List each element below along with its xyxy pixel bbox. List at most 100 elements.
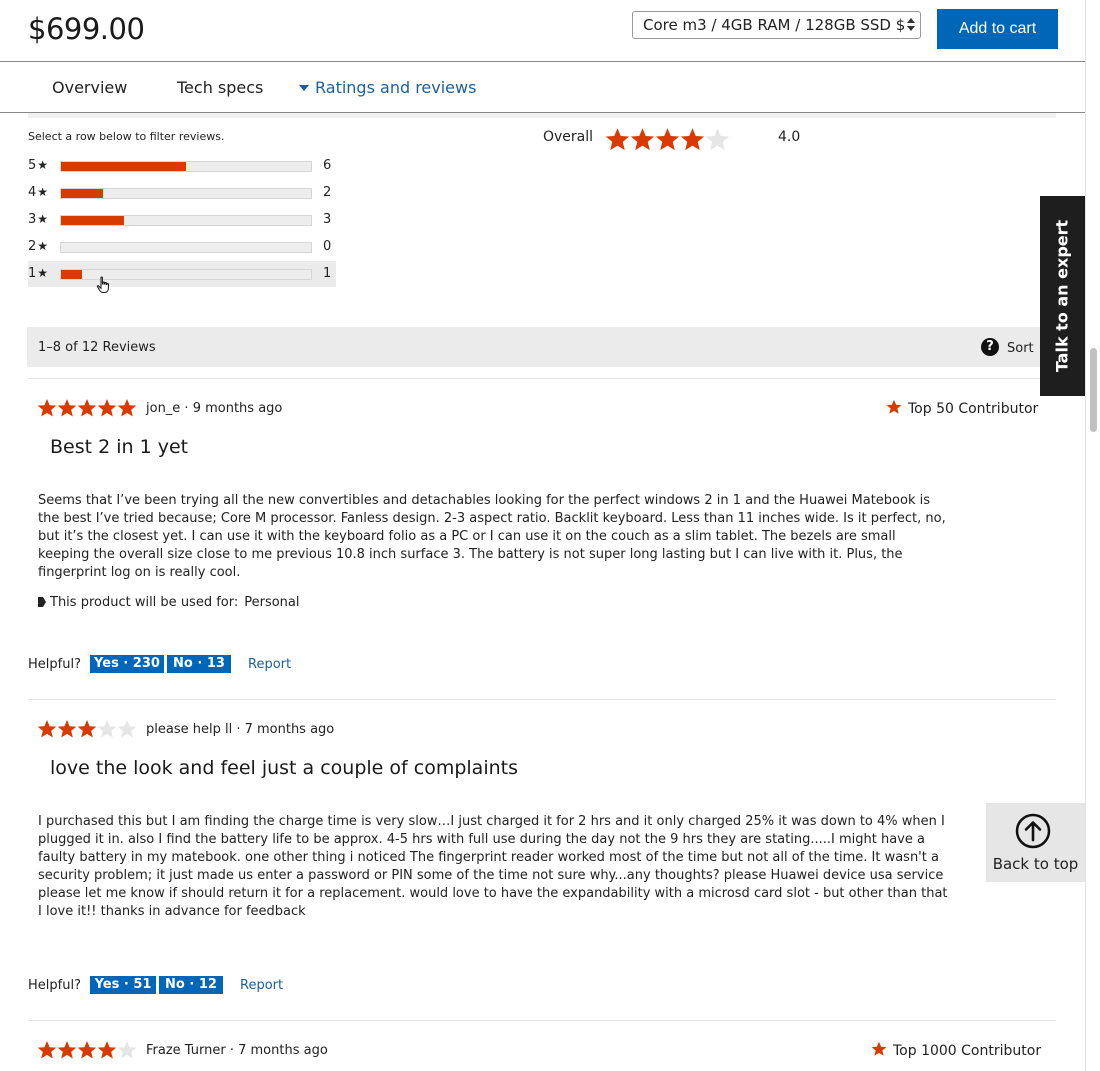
star-filled-icon <box>77 398 97 418</box>
histogram-count: 2 <box>323 185 332 200</box>
tag-icon <box>38 596 46 607</box>
tab-tech-specs[interactable]: Tech specs <box>177 78 263 97</box>
star-filled-icon <box>37 398 57 418</box>
header-divider <box>0 61 1085 62</box>
contributor-label: Top 1000 Contributor <box>893 1043 1042 1059</box>
histogram-bar <box>60 188 312 199</box>
histogram-row-2-star[interactable]: 2★ 0 <box>28 234 336 260</box>
histogram-bar-fill <box>61 270 82 279</box>
hand-cursor-icon <box>96 276 109 293</box>
contributor-badge: Top 50 Contributor <box>886 399 1038 417</box>
histogram-row-5-star[interactable]: 5★ 6 <box>28 153 336 179</box>
star-empty-icon <box>705 127 730 152</box>
review-rating-stars <box>37 1040 137 1060</box>
histogram-row-3-star[interactable]: 3★ 3 <box>28 207 336 233</box>
helpful-yes-button[interactable]: Yes · 51 <box>90 976 156 994</box>
helpful-no-button[interactable]: No · 12 <box>159 976 223 994</box>
star-filled-icon <box>77 1040 97 1060</box>
histogram-star-value: 4 <box>28 185 37 200</box>
star-filled-icon <box>57 398 77 418</box>
tab-ratings-and-reviews[interactable]: Ratings and reviews <box>299 78 476 97</box>
star-filled-icon <box>77 719 97 739</box>
star-empty-icon <box>97 719 117 739</box>
star-icon: ★ <box>37 158 49 172</box>
tab-tech-specs-label: Tech specs <box>177 78 264 97</box>
star-icon: ★ <box>37 212 49 226</box>
overall-label: Overall <box>543 129 594 145</box>
star-icon: ★ <box>37 266 49 280</box>
histogram-star-value: 1 <box>28 266 37 281</box>
star-filled-icon <box>37 719 57 739</box>
review-rating-stars <box>37 398 137 418</box>
histogram-bar-fill <box>61 216 124 225</box>
histogram-count: 3 <box>323 212 332 227</box>
filter-hint: Select a row below to filter reviews. <box>28 130 225 143</box>
star-icon: ★ <box>37 239 49 253</box>
review-divider <box>28 378 1056 379</box>
scrollbar-thumb[interactable] <box>1090 348 1097 432</box>
tab-overview[interactable]: Overview <box>52 78 127 97</box>
configuration-select-value: Core m3 / 4GB RAM / 128GB SSD $6 <box>643 16 915 34</box>
report-link[interactable]: Report <box>240 978 283 993</box>
review-author-date: jon_e · 9 months ago <box>146 401 283 416</box>
star-filled-icon <box>97 1040 117 1060</box>
histogram-count: 0 <box>323 239 332 254</box>
reviews-count: 1–8 of 12 Reviews <box>38 340 156 355</box>
star-filled-icon <box>97 398 117 418</box>
histogram-row-4-star[interactable]: 4★ 2 <box>28 180 336 206</box>
helpful-label: Helpful? <box>28 657 81 672</box>
caret-down-icon <box>299 85 309 91</box>
header-shadow <box>28 113 1056 118</box>
histogram-row-label: 2★ <box>28 239 48 254</box>
histogram-row-label: 5★ <box>28 158 48 173</box>
star-filled-icon <box>57 719 77 739</box>
product-usage: This product will be used for: Personal <box>38 595 300 610</box>
star-filled-icon <box>37 1040 57 1060</box>
histogram-bar <box>60 242 312 253</box>
histogram-bar-fill <box>61 189 103 198</box>
usage-label: This product will be used for: <box>50 595 239 610</box>
chevron-updown-icon <box>906 16 916 34</box>
histogram-star-value: 3 <box>28 212 37 227</box>
star-filled-icon <box>655 127 680 152</box>
back-to-top-label: Back to top <box>992 855 1079 873</box>
sort-dropdown[interactable]: Sort <box>1007 341 1034 356</box>
histogram-count: 6 <box>323 158 332 173</box>
help-icon[interactable]: ? <box>981 338 999 356</box>
helpful-no-button[interactable]: No · 13 <box>167 655 231 673</box>
histogram-bar-fill <box>61 162 186 171</box>
histogram-star-value: 2 <box>28 239 37 254</box>
overall-rating-stars <box>605 127 730 152</box>
star-empty-icon <box>117 719 137 739</box>
star-filled-icon <box>117 398 137 418</box>
report-link[interactable]: Report <box>248 657 291 672</box>
add-to-cart-button[interactable]: Add to cart <box>937 9 1058 49</box>
product-price: $699.00 <box>28 12 145 46</box>
histogram-bar <box>60 215 312 226</box>
helpful-yes-button[interactable]: Yes · 230 <box>90 655 164 673</box>
talk-to-expert-tab[interactable]: Talk to an expert <box>1040 196 1085 396</box>
contributor-badge: Top 1000 Contributor <box>871 1041 1041 1059</box>
page-scrollbar[interactable] <box>1085 0 1100 1071</box>
histogram-count: 1 <box>323 266 332 281</box>
star-filled-icon <box>630 127 655 152</box>
talk-to-expert-label: Talk to an expert <box>1052 219 1072 373</box>
review-author-date: Fraze Turner · 7 months ago <box>146 1043 328 1058</box>
back-to-top-button[interactable]: Back to top <box>986 803 1085 882</box>
review-rating-stars <box>37 719 137 739</box>
histogram-row-label: 3★ <box>28 212 48 227</box>
configuration-select[interactable]: Core m3 / 4GB RAM / 128GB SSD $6 <box>632 11 921 39</box>
helpful-label: Helpful? <box>28 978 81 993</box>
review-title: love the look and feel just a couple of … <box>50 757 518 779</box>
star-empty-icon <box>117 1040 137 1060</box>
tab-ratings-label: Ratings and reviews <box>315 78 477 97</box>
histogram-star-value: 5 <box>28 158 37 173</box>
histogram-row-1-star[interactable]: 1★ 1 <box>28 261 336 287</box>
overall-rating-value: 4.0 <box>778 129 801 145</box>
review-divider <box>28 1020 1056 1021</box>
histogram-row-label: 1★ <box>28 266 48 281</box>
star-filled-icon <box>605 127 630 152</box>
arrow-up-circle-icon <box>1015 813 1051 849</box>
star-filled-icon <box>680 127 705 152</box>
histogram-bar <box>60 161 312 172</box>
